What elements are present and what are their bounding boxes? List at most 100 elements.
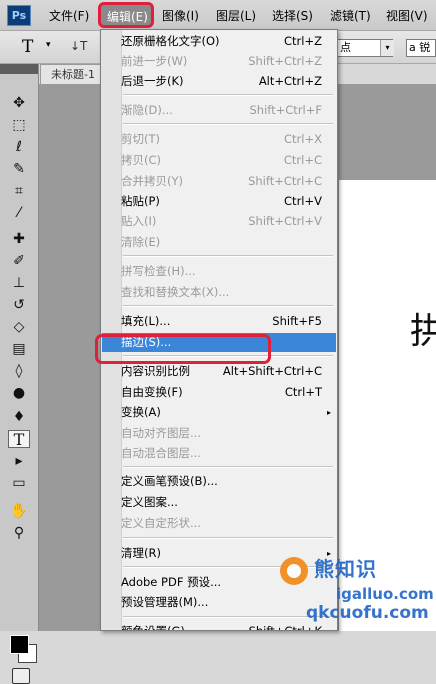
marquee-tool-icon[interactable]: ⬚: [8, 116, 30, 134]
eyedropper-tool-icon[interactable]: ⁄: [8, 204, 30, 222]
crop-tool-icon[interactable]: ⌗: [8, 182, 30, 200]
edit-menu-item[interactable]: 定义图案...: [102, 493, 336, 512]
menu-layer[interactable]: 图层(L): [216, 7, 256, 24]
pen-tool-icon[interactable]: ♦: [8, 408, 30, 426]
menu-item-label: 查找和替换文本(X)...: [121, 285, 230, 299]
edit-menu-item: 清除(E): [102, 233, 336, 252]
menu-edit-label: 编辑(E): [107, 10, 148, 24]
menu-item-shortcut: Shift+Ctrl+V: [248, 214, 322, 228]
edit-menu-item: 合并拷贝(Y) Shift+Ctrl+C: [102, 172, 336, 191]
menu-item-label: 自动对齐图层...: [121, 426, 201, 440]
watermark-circle-inner: [287, 564, 301, 578]
menu-item-label: 前进一步(W): [121, 54, 188, 68]
menu-item-label: 内容识别比例: [121, 364, 190, 378]
dodge-tool-icon[interactable]: ●: [8, 384, 30, 402]
edit-menu-item[interactable]: 粘贴(P) Ctrl+V: [102, 192, 336, 211]
edit-menu-dropdown: 还原栅格化文字(O) Ctrl+Z 前进一步(W) Shift+Ctrl+Z 后退一步(…: [100, 29, 338, 631]
healing-brush-tool-icon[interactable]: ✚: [8, 230, 30, 248]
menu-item-shortcut: Ctrl+Z: [284, 34, 322, 48]
photoshop-logo-icon: Ps: [7, 5, 31, 26]
menu-item-label: 自动混合图层...: [121, 446, 201, 460]
gradient-tool-icon[interactable]: ▤: [8, 340, 30, 358]
menu-filter[interactable]: 滤镜(T): [330, 7, 371, 24]
menu-separator: [123, 123, 333, 125]
edit-menu-item: 拷贝(C) Ctrl+C: [102, 151, 336, 170]
submenu-arrow-icon: ▸: [326, 408, 331, 417]
edit-menu-item[interactable]: 后退一步(K) Alt+Ctrl+Z: [102, 72, 336, 91]
menu-file[interactable]: 文件(F): [49, 7, 89, 24]
menu-item-label: 贴入(I): [121, 214, 157, 228]
zoom-tool-icon[interactable]: ⚲: [8, 524, 30, 542]
edit-menu-item[interactable]: 内容识别比例 Alt+Shift+Ctrl+C: [102, 362, 336, 381]
menu-item-label: 清理(R): [121, 546, 161, 560]
menu-item-label: 定义图案...: [121, 495, 178, 509]
menu-item-shortcut: Ctrl+C: [283, 153, 322, 167]
menu-item-shortcut: Shift+Ctrl+C: [248, 174, 322, 188]
edit-menu-item: 自动混合图层...: [102, 444, 336, 463]
menu-separator: [123, 255, 333, 257]
menu-select[interactable]: 选择(S): [272, 7, 313, 24]
menu-item-label: 粘贴(P): [121, 194, 160, 208]
hand-tool-icon[interactable]: ✋: [8, 502, 30, 520]
watermark-text-1: 熊知识: [314, 557, 377, 581]
edit-menu-item: 查找和替换文本(X)...: [102, 283, 336, 302]
menu-item-shortcut: Shift+Ctrl+F: [249, 103, 323, 117]
edit-menu-item[interactable]: 变换(A) ▸: [102, 403, 336, 422]
font-size-dropdown-icon[interactable]: ▾: [380, 40, 394, 56]
edit-menu-item: 拼写检查(H)...: [102, 262, 336, 281]
menu-separator: [123, 466, 333, 468]
move-tool-icon[interactable]: ✥: [8, 94, 30, 112]
toolbox-grip[interactable]: [0, 64, 38, 74]
menu-separator: [123, 94, 333, 96]
document-tab[interactable]: 未标题-1: [40, 64, 104, 84]
menu-view[interactable]: 视图(V): [386, 7, 428, 24]
edit-menu-item: 剪切(T) Ctrl+X: [102, 130, 336, 149]
tool-preset-dropdown-icon[interactable]: ▾: [46, 40, 51, 50]
menu-item-label: 拼写检查(H)...: [121, 264, 196, 278]
menu-item-label: 还原栅格化文字(O): [121, 34, 220, 48]
edit-menu-item: 前进一步(W) Shift+Ctrl+Z: [102, 52, 336, 71]
eraser-tool-icon[interactable]: ◇: [8, 318, 30, 336]
text-tool-preset-icon[interactable]: T: [22, 37, 33, 57]
text-orientation-icon[interactable]: ↓T: [70, 39, 87, 53]
quick-selection-tool-icon[interactable]: ✎: [8, 160, 30, 178]
menu-item-shortcut: Ctrl+T: [284, 385, 322, 399]
menu-item-label: 合并拷贝(Y): [121, 174, 183, 188]
menu-item-label: 清除(E): [121, 235, 161, 249]
menu-item-label: 颜色设置(G)...: [121, 624, 196, 631]
menu-item-label: 填充(L)...: [121, 314, 171, 328]
foreground-color-swatch[interactable]: [10, 635, 29, 654]
edit-menu-item[interactable]: 自由变换(F) Ctrl+T: [102, 383, 336, 402]
edit-menu-item: 渐隐(D)... Shift+Ctrl+F: [102, 101, 336, 120]
clone-stamp-tool-icon[interactable]: ⊥: [8, 274, 30, 292]
shape-tool-icon[interactable]: ▭: [8, 474, 30, 492]
antialias-select[interactable]: a 锐: [406, 39, 436, 57]
menu-item-label: 拷贝(C): [121, 153, 162, 167]
edit-menu-item: 贴入(I) Shift+Ctrl+V: [102, 212, 336, 231]
edit-menu-item: 定义自定形状...: [102, 514, 336, 533]
canvas-text-layer: 拱: [410, 311, 436, 352]
menu-item-shortcut: Ctrl+X: [284, 132, 322, 146]
annotation-highlight-box: [95, 334, 271, 364]
quick-mask-icon[interactable]: [12, 668, 30, 684]
history-brush-tool-icon[interactable]: ↺: [8, 296, 30, 314]
menu-item-label: Adobe PDF 预设...: [121, 575, 222, 589]
menu-item-label: 后退一步(K): [121, 74, 184, 88]
menu-edit[interactable]: 编辑(E): [98, 2, 154, 28]
edit-menu-item[interactable]: 定义画笔预设(B)...: [102, 472, 336, 491]
menu-item-label: 定义自定形状...: [121, 516, 201, 530]
lasso-tool-icon[interactable]: ℓ: [8, 138, 30, 156]
menu-item-label: 定义画笔预设(B)...: [121, 474, 218, 488]
brush-tool-icon[interactable]: ✐: [8, 252, 30, 270]
menu-image[interactable]: 图像(I): [162, 7, 199, 24]
menu-item-label: 剪切(T): [121, 132, 160, 146]
edit-menu-item[interactable]: 填充(L)... Shift+F5: [102, 312, 336, 331]
edit-menu-item[interactable]: 还原栅格化文字(O) Ctrl+Z: [102, 32, 336, 51]
menu-bar: Ps 文件(F) 编辑(E) 图像(I) 图层(L) 选择(S) 滤镜(T) 视…: [0, 0, 436, 31]
path-selection-tool-icon[interactable]: ▸: [8, 452, 30, 470]
menu-item-label: 自由变换(F): [121, 385, 183, 399]
blur-tool-icon[interactable]: ◊: [8, 362, 30, 380]
type-tool-icon[interactable]: T: [8, 430, 30, 449]
menu-item-shortcut: Alt+Shift+Ctrl+C: [222, 364, 322, 378]
menu-item-shortcut: Alt+Ctrl+Z: [258, 74, 322, 88]
